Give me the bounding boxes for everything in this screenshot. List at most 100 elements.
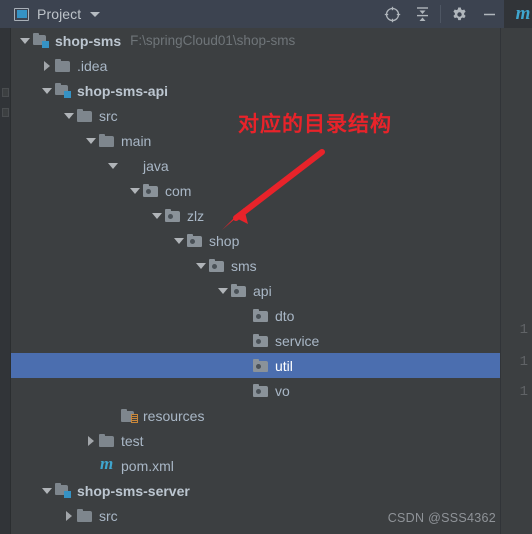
chevron-down-icon[interactable] bbox=[171, 228, 187, 253]
chevron-down-icon[interactable] bbox=[39, 78, 55, 103]
tree-row[interactable]: pom.xml bbox=[11, 453, 500, 478]
tree-row-label: api bbox=[253, 282, 272, 299]
pkg-icon bbox=[165, 208, 182, 223]
tree-row-label: shop-sms bbox=[55, 32, 122, 49]
tree-row[interactable]: sms bbox=[11, 253, 500, 278]
tree-row-label: java bbox=[143, 157, 169, 174]
pkg-icon bbox=[209, 258, 226, 273]
tree-row[interactable]: java bbox=[11, 153, 500, 178]
pkg-icon bbox=[187, 233, 204, 248]
rail-button-favorites[interactable] bbox=[2, 108, 9, 117]
project-tool-window-header[interactable]: Project bbox=[0, 0, 377, 28]
minimize-icon bbox=[483, 13, 495, 15]
pkg-icon bbox=[253, 333, 270, 348]
tree-row-label: shop bbox=[209, 232, 240, 249]
pkg-icon bbox=[143, 183, 160, 198]
toolbar-divider bbox=[440, 5, 441, 23]
tree-row-label: main bbox=[121, 132, 152, 149]
chevron-down-icon[interactable] bbox=[149, 203, 165, 228]
tree-row-label: resources bbox=[143, 407, 205, 424]
tree-row-label: shop-sms-api bbox=[77, 82, 169, 99]
tree-row-label: service bbox=[275, 332, 320, 349]
gutter-line-number: 1 bbox=[519, 354, 528, 370]
rail-button-structure[interactable] bbox=[2, 88, 9, 97]
project-tree[interactable]: shop-sms F:\springCloud01\shop-sms .idea sh… bbox=[11, 28, 500, 534]
tree-twisty-empty bbox=[237, 378, 253, 403]
tree-twisty-empty bbox=[237, 328, 253, 353]
pkg-icon bbox=[253, 383, 270, 398]
toolbar-actions: m bbox=[377, 0, 532, 28]
tree-row-label: .idea bbox=[77, 57, 108, 74]
settings-gear-icon bbox=[452, 7, 466, 20]
tree-row[interactable]: zlz bbox=[11, 203, 500, 228]
annotation-text: 对应的目录结构 bbox=[238, 112, 392, 136]
project-toolbar: Project m bbox=[0, 0, 532, 28]
gutter-line-number: 1 bbox=[519, 384, 528, 400]
tree-twisty-empty bbox=[83, 453, 99, 478]
tree-row[interactable]: resources bbox=[11, 403, 500, 428]
project-window-icon bbox=[14, 7, 29, 21]
tree-row-label: src bbox=[99, 107, 118, 124]
tree-row[interactable]: dto bbox=[11, 303, 500, 328]
tree-row-path: F:\springCloud01\shop-sms bbox=[130, 32, 296, 48]
editor-gutter-sliver: 1 1 1 bbox=[500, 28, 532, 534]
collapse-all-button[interactable] bbox=[407, 0, 437, 28]
tool-window-title: Project bbox=[37, 6, 82, 22]
chevron-right-icon[interactable] bbox=[61, 503, 77, 528]
tree-row-label: dto bbox=[275, 307, 295, 324]
idea-project-window: Project m shop-sms F:\springCloud01\shop… bbox=[0, 0, 532, 534]
tree-row-label: test bbox=[121, 432, 144, 449]
minimize-button[interactable] bbox=[474, 0, 504, 28]
chevron-down-icon[interactable] bbox=[90, 11, 101, 17]
settings-button[interactable] bbox=[444, 0, 474, 28]
tree-row-label: shop-sms-server bbox=[77, 482, 190, 499]
tree-row[interactable]: shop-sms F:\springCloud01\shop-sms bbox=[11, 28, 500, 53]
watermark: CSDN @SSS4362 bbox=[387, 511, 496, 525]
gutter-line-number: 1 bbox=[519, 322, 528, 338]
folder-icon bbox=[77, 108, 94, 123]
tree-row-label: com bbox=[165, 182, 192, 199]
module-icon bbox=[55, 82, 72, 98]
chevron-down-icon[interactable] bbox=[127, 178, 143, 203]
tree-twisty-empty bbox=[237, 303, 253, 328]
chevron-down-icon[interactable] bbox=[83, 128, 99, 153]
tree-row[interactable]: shop bbox=[11, 228, 500, 253]
tree-row[interactable]: shop-sms-server bbox=[11, 478, 500, 503]
locate-button[interactable] bbox=[377, 0, 407, 28]
collapse-all-icon bbox=[416, 6, 428, 21]
locate-icon bbox=[384, 6, 400, 22]
chevron-down-icon[interactable] bbox=[215, 278, 231, 303]
chevron-right-icon[interactable] bbox=[39, 53, 55, 78]
maven-icon bbox=[99, 454, 116, 473]
tree-row[interactable]: util bbox=[11, 353, 500, 378]
chevron-right-icon[interactable] bbox=[83, 428, 99, 453]
tree-row-label: pom.xml bbox=[121, 457, 174, 474]
module-icon bbox=[55, 482, 72, 498]
tree-row[interactable]: com bbox=[11, 178, 500, 203]
tree-row[interactable]: test bbox=[11, 428, 500, 453]
tree-row-label: util bbox=[275, 357, 293, 374]
folder-icon bbox=[55, 58, 72, 73]
maven-tool-tab[interactable]: m bbox=[504, 0, 532, 28]
folder-icon bbox=[99, 133, 116, 148]
resources-icon bbox=[121, 408, 138, 423]
tree-row-label: src bbox=[99, 507, 118, 524]
tree-row[interactable]: service bbox=[11, 328, 500, 353]
chevron-down-icon[interactable] bbox=[105, 153, 121, 178]
folder-icon bbox=[77, 508, 94, 523]
tree-row-label: vo bbox=[275, 382, 290, 399]
pkg-icon bbox=[231, 283, 248, 298]
chevron-down-icon[interactable] bbox=[17, 28, 33, 53]
tree-row-label: sms bbox=[231, 257, 257, 274]
chevron-down-icon[interactable] bbox=[193, 253, 209, 278]
tree-row[interactable]: vo bbox=[11, 378, 500, 403]
chevron-down-icon[interactable] bbox=[39, 478, 55, 503]
tree-row[interactable]: api bbox=[11, 278, 500, 303]
tree-twisty-empty bbox=[237, 353, 253, 378]
tree-row-label: zlz bbox=[187, 207, 205, 224]
pkg-icon bbox=[253, 308, 270, 323]
tree-row[interactable]: shop-sms-api bbox=[11, 78, 500, 103]
module-icon bbox=[33, 32, 50, 48]
tree-row[interactable]: .idea bbox=[11, 53, 500, 78]
chevron-down-icon[interactable] bbox=[61, 103, 77, 128]
